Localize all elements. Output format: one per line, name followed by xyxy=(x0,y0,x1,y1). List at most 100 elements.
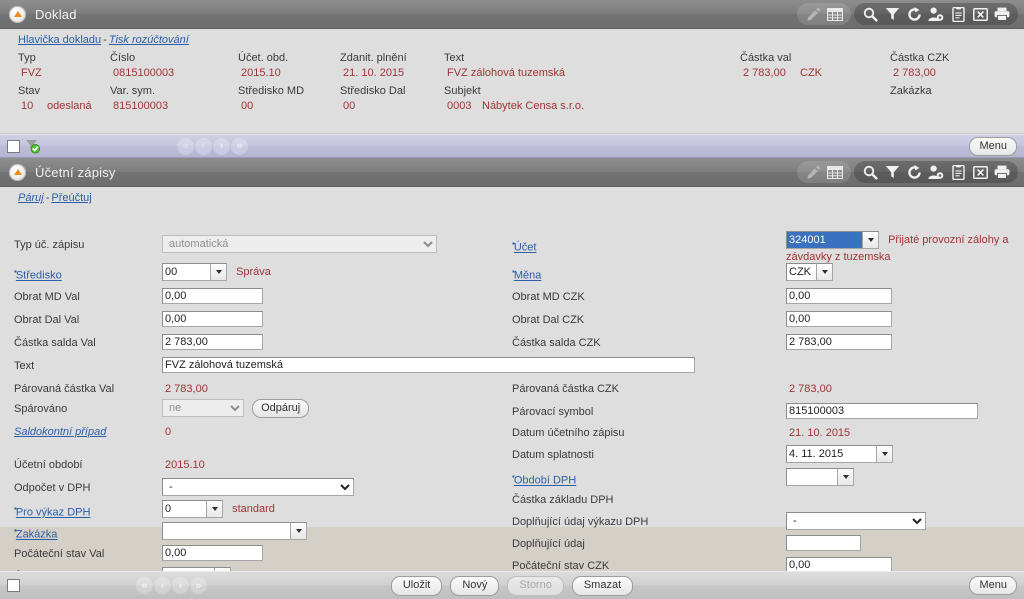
doplnujici-udaj-input[interactable] xyxy=(786,535,861,551)
user-settings-icon[interactable] xyxy=(925,4,947,24)
doklad-menu-button[interactable]: Menu xyxy=(969,137,1017,156)
hdr-label-subjekt: Subjekt xyxy=(444,85,481,97)
castka-salda-czk-input[interactable] xyxy=(786,334,892,350)
field-pro-vykaz-dph[interactable]: standard xyxy=(162,500,275,518)
stredisko-dropdown-arrow[interactable] xyxy=(210,263,227,281)
stredisko-input[interactable] xyxy=(162,263,210,281)
edit-pencil-icon[interactable] xyxy=(802,4,824,24)
search-icon[interactable] xyxy=(859,4,881,24)
hdr-label-ucet-obd: Účet. obd. xyxy=(238,52,289,64)
field-stredisko[interactable]: Správa xyxy=(162,263,271,281)
datum-splatnosti-input[interactable] xyxy=(786,445,876,463)
link-separator: - xyxy=(103,34,107,46)
select-all-checkbox[interactable] xyxy=(7,139,20,153)
filter-icon[interactable] xyxy=(881,4,903,24)
obrat-dal-czk-input[interactable] xyxy=(786,311,892,327)
label-saldokontni-pripad[interactable]: Saldokontní případ xyxy=(14,426,106,438)
zakazka-combo[interactable] xyxy=(162,522,307,540)
window-app-icon xyxy=(9,5,26,23)
zakazka-input[interactable] xyxy=(162,522,290,540)
print-icon[interactable] xyxy=(991,4,1013,24)
zakazka-dropdown-arrow[interactable] xyxy=(290,522,307,540)
link-tisk-rozuctovani[interactable]: Tisk rozúčtování xyxy=(109,34,189,46)
link-preuctuj[interactable]: Přeúčtuj xyxy=(51,192,91,204)
label-obdobi-dph[interactable]: ▪Období DPH xyxy=(512,472,576,487)
smazat-button[interactable]: Smazat xyxy=(571,575,634,596)
ulozit-button[interactable]: Uložit xyxy=(390,575,443,596)
doplnujici-udaj-vykazu-dph-select[interactable]: - xyxy=(786,512,926,530)
obrat-md-val-input[interactable] xyxy=(162,288,263,304)
field-datum-splatnosti[interactable] xyxy=(786,445,893,463)
form-menu-button[interactable]: Menu xyxy=(969,576,1017,595)
label-datum-splatnosti: Datum splatnosti xyxy=(512,449,594,461)
label-mena[interactable]: ▪Měna xyxy=(512,267,541,282)
stredisko-combo[interactable] xyxy=(162,263,227,281)
ucet-input[interactable] xyxy=(786,231,862,249)
document-icon[interactable] xyxy=(947,162,969,182)
pager-next-button[interactable]: › xyxy=(213,137,230,155)
refresh-icon[interactable] xyxy=(903,162,925,182)
document-icon[interactable] xyxy=(947,4,969,24)
label-castka-zakladu-dph: Částka základu DPH xyxy=(512,494,614,506)
ucet-dropdown-arrow[interactable] xyxy=(862,231,879,249)
field-mena[interactable] xyxy=(786,263,833,281)
label-zakazka[interactable]: ▪Zakázka xyxy=(14,526,57,541)
link-paruj[interactable]: Páruj xyxy=(18,192,44,204)
field-doplnujici-udaj-vykazu-dph[interactable]: - xyxy=(786,512,926,530)
pocatecni-stav-val-input[interactable] xyxy=(162,545,263,561)
text-input[interactable] xyxy=(162,357,695,373)
odpocet-v-dph-select[interactable]: - xyxy=(162,478,354,496)
obdobi-dph-input[interactable] xyxy=(786,468,837,486)
typ-uc-zapisu-select[interactable]: automatická xyxy=(162,235,437,253)
label-obrat-dal-czk: Obrat Dal CZK xyxy=(512,314,585,326)
refresh-icon[interactable] xyxy=(903,4,925,24)
doklad-links: Hlavička dokladu - Tisk rozúčtování xyxy=(0,29,1024,48)
export-xls-icon[interactable] xyxy=(969,162,991,182)
datum-splatnosti-dropdown-arrow[interactable] xyxy=(876,445,893,463)
edit-pencil-icon[interactable] xyxy=(802,162,824,182)
label-parovana-castka-czk: Párovaná částka CZK xyxy=(512,383,619,395)
ucet-description-line2: závdavky z tuzemska xyxy=(786,251,891,263)
field-odpocet-v-dph[interactable]: - xyxy=(162,478,354,496)
print-icon[interactable] xyxy=(991,162,1013,182)
grid-table-icon[interactable] xyxy=(824,4,846,24)
export-xls-icon[interactable] xyxy=(969,4,991,24)
obrat-dal-val-input[interactable] xyxy=(162,311,263,327)
obrat-md-czk-input[interactable] xyxy=(786,288,892,304)
field-sparovano[interactable]: ne Odpáruj xyxy=(162,399,310,418)
novy-button[interactable]: Nový xyxy=(450,575,500,596)
link-hlavicka-dokladu[interactable]: Hlavička dokladu xyxy=(18,34,101,46)
label-stredisko[interactable]: ▪Středisko xyxy=(14,267,62,282)
parovaci-symbol-input[interactable] xyxy=(786,403,978,419)
pro-vykaz-dph-combo[interactable] xyxy=(162,500,223,518)
pager-first-button[interactable]: « xyxy=(177,137,194,155)
pro-vykaz-dph-dropdown-arrow[interactable] xyxy=(206,500,223,518)
field-zakazka[interactable] xyxy=(162,522,307,540)
obdobi-dph-combo[interactable] xyxy=(786,468,854,486)
sparovano-select[interactable]: ne xyxy=(162,399,244,417)
obdobi-dph-dropdown-arrow[interactable] xyxy=(837,468,854,486)
pager-last-button[interactable]: » xyxy=(231,137,248,155)
odparuj-button[interactable]: Odpáruj xyxy=(252,399,310,418)
grid-table-icon[interactable] xyxy=(824,162,846,182)
label-ucet[interactable]: ▪Účet xyxy=(512,239,536,254)
search-icon[interactable] xyxy=(859,162,881,182)
user-settings-icon[interactable] xyxy=(925,162,947,182)
pro-vykaz-dph-input[interactable] xyxy=(162,500,206,518)
datum-splatnosti-combo[interactable] xyxy=(786,445,893,463)
doklad-titlebar: Doklad xyxy=(0,0,1024,29)
ucet-combo[interactable] xyxy=(786,231,879,249)
label-pro-vykaz-dph[interactable]: ▪Pro výkaz DPH xyxy=(14,504,90,519)
castka-salda-val-input[interactable] xyxy=(162,334,263,350)
mena-dropdown-arrow[interactable] xyxy=(816,263,833,281)
field-obdobi-dph[interactable] xyxy=(786,468,854,486)
ucetni-zapisy-form: Páruj - Přeúčtuj Typ úč. zápisu automatick… xyxy=(0,187,1024,599)
label-doplnujici-udaj-vykazu-dph: Doplňující údaj výkazu DPH xyxy=(512,516,649,528)
ucetni-zapisy-titlebar: Účetní zápisy xyxy=(0,158,1024,187)
mena-combo[interactable] xyxy=(786,263,833,281)
mena-input[interactable] xyxy=(786,263,816,281)
field-ucet[interactable]: Přijaté provozní zálohy a xyxy=(786,231,1009,249)
field-typ-uc-zapisu[interactable]: automatická xyxy=(162,235,437,253)
pager-prev-button[interactable]: ‹ xyxy=(195,137,212,155)
filter-icon[interactable] xyxy=(881,162,903,182)
